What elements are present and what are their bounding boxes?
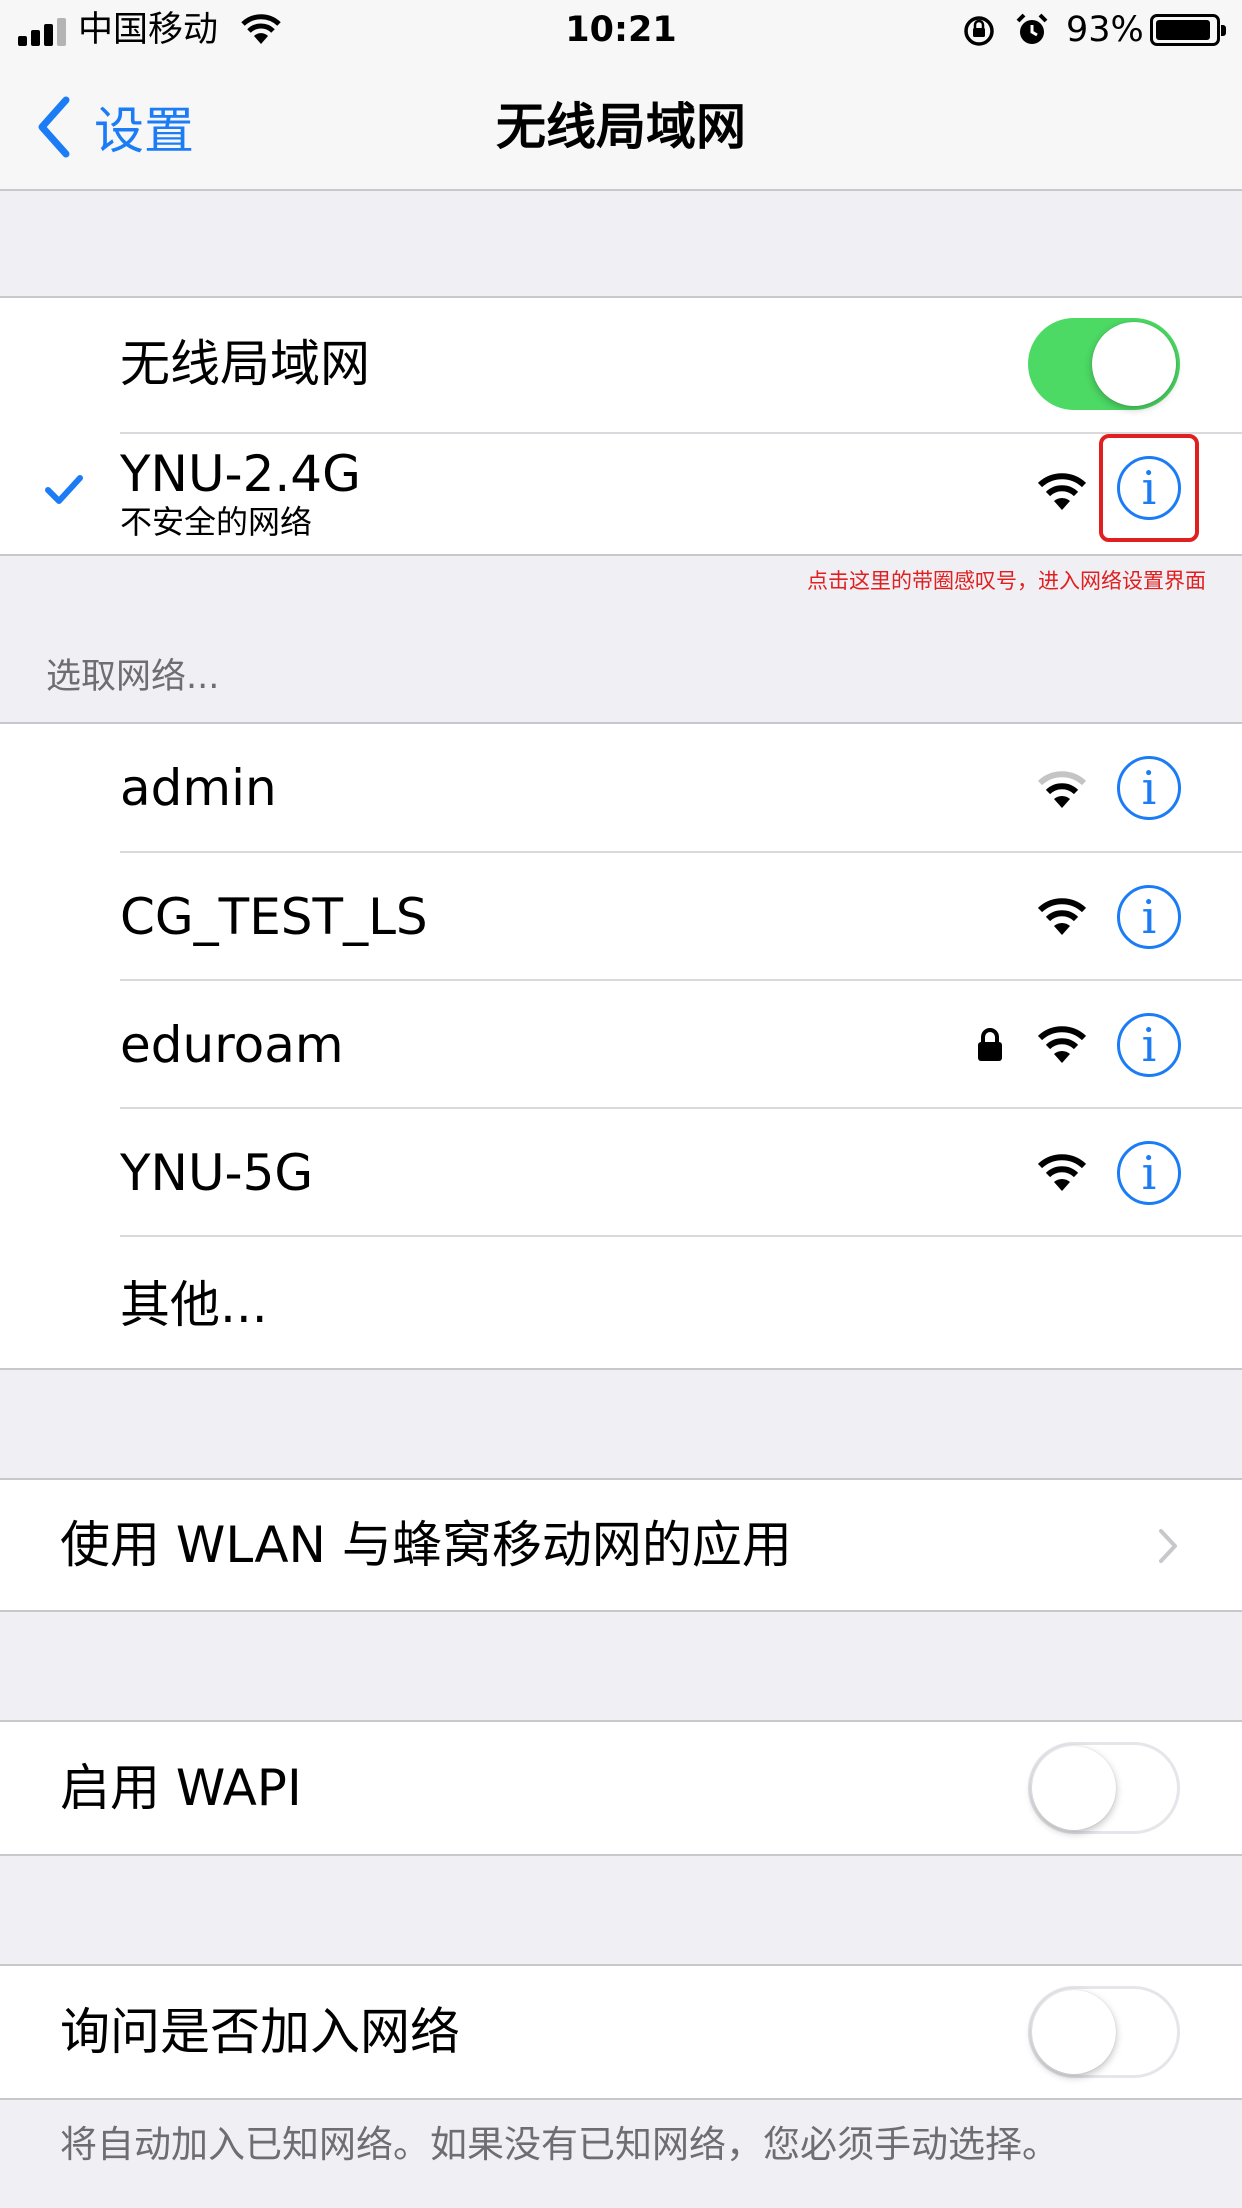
wifi-signal-icon <box>1037 1154 1087 1191</box>
other-network-label: 其他... <box>120 1276 268 1334</box>
info-button[interactable]: i <box>1117 1141 1181 1205</box>
alarm-icon <box>1016 13 1048 44</box>
wifi-toggle-label: 无线局域网 <box>120 335 370 393</box>
wifi-signal-icon <box>1037 898 1087 935</box>
network-row[interactable]: admin i <box>0 724 1242 852</box>
wapi-group: 启用 WAPI <box>0 1720 1242 1856</box>
network-name: CG_TEST_LS <box>120 888 428 946</box>
navigation-bar: 中国移动 10:21 93% 设置 无线局域网 <box>0 0 1242 191</box>
battery-fill <box>1156 20 1210 40</box>
info-button[interactable]: i <box>1117 885 1181 949</box>
ask-join-row: 询问是否加入网络 <box>0 1966 1242 2098</box>
wapi-label: 启用 WAPI <box>60 1759 302 1817</box>
network-name: admin <box>120 759 277 817</box>
wlan-apps-row[interactable]: 使用 WLAN 与蜂窝移动网的应用 <box>0 1480 1242 1610</box>
apps-group: 使用 WLAN 与蜂窝移动网的应用 <box>0 1478 1242 1612</box>
chevron-right-icon <box>1159 1529 1177 1563</box>
status-time: 10:21 <box>565 10 677 50</box>
checkmark-icon <box>45 475 83 504</box>
network-name: YNU-5G <box>120 1144 314 1202</box>
lock-icon <box>978 1028 1002 1061</box>
ask-join-label: 询问是否加入网络 <box>60 2003 460 2061</box>
connected-network-name: YNU-2.4G <box>120 445 361 503</box>
wapi-row: 启用 WAPI <box>0 1722 1242 1854</box>
networks-section-header: 选取网络... <box>46 657 220 697</box>
battery-percent: 93% <box>1066 10 1144 50</box>
network-name: eduroam <box>120 1016 344 1074</box>
info-button[interactable]: i <box>1117 1013 1181 1077</box>
network-row[interactable]: YNU-5G i <box>0 1109 1242 1236</box>
wifi-signal-icon <box>1037 771 1087 808</box>
wifi-signal-icon <box>1037 473 1087 510</box>
other-network-row[interactable]: 其他... <box>0 1237 1242 1370</box>
wifi-group: 无线局域网 YNU-2.4G 不安全的网络 i <box>0 296 1242 556</box>
annotation-text: 点击这里的带圈感叹号，进入网络设置界面 <box>807 569 1206 593</box>
networks-group: admin i CG_TEST_LS i eduroam i YNU-5G i … <box>0 722 1242 1370</box>
wifi-signal-icon <box>1037 1026 1087 1063</box>
info-button[interactable]: i <box>1117 756 1181 820</box>
page-title: 无线局域网 <box>496 98 746 156</box>
wifi-toggle[interactable] <box>1028 318 1180 410</box>
connected-network-subtitle: 不安全的网络 <box>120 503 313 541</box>
wifi-toggle-row: 无线局域网 <box>0 298 1242 430</box>
wlan-apps-label: 使用 WLAN 与蜂窝移动网的应用 <box>60 1516 792 1574</box>
ask-join-group: 询问是否加入网络 <box>0 1964 1242 2100</box>
orientation-lock-icon <box>964 16 994 46</box>
battery-icon <box>1150 14 1226 46</box>
ask-join-toggle[interactable] <box>1028 1986 1180 2078</box>
network-row[interactable]: CG_TEST_LS i <box>0 853 1242 980</box>
connected-network-row[interactable]: YNU-2.4G 不安全的网络 i <box>0 434 1242 556</box>
ask-join-footer: 将自动加入已知网络。如果没有已知网络，您必须手动选择。 <box>60 2123 1059 2166</box>
network-row[interactable]: eduroam i <box>0 981 1242 1108</box>
wapi-toggle[interactable] <box>1028 1742 1180 1834</box>
info-button[interactable]: i <box>1117 456 1181 520</box>
